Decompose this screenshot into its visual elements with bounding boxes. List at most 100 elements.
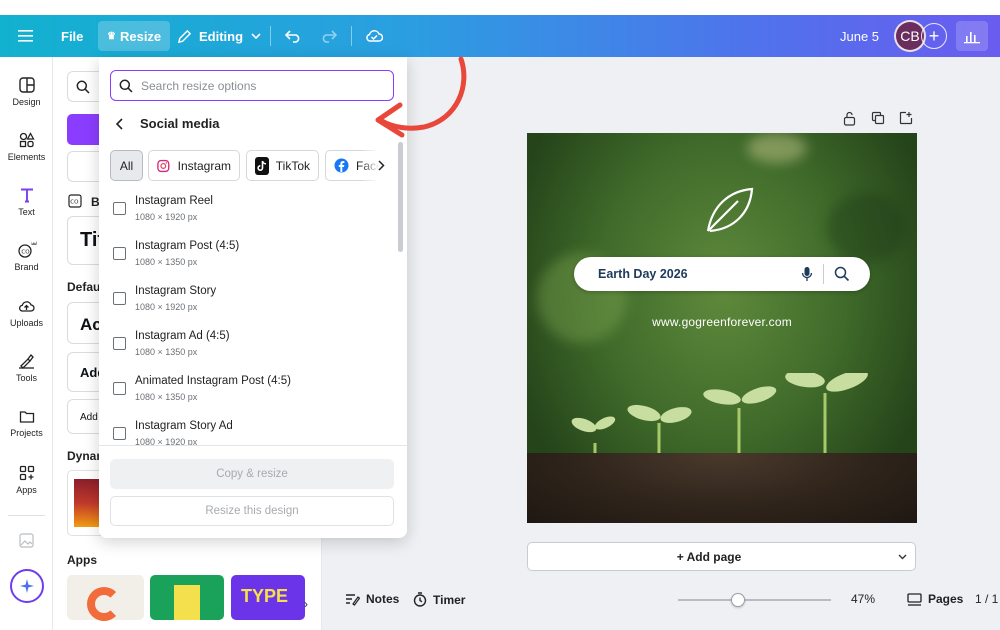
option-checkbox[interactable] bbox=[113, 427, 126, 440]
chip-instagram[interactable]: Instagram bbox=[148, 150, 240, 181]
option-checkbox[interactable] bbox=[113, 337, 126, 350]
app-tile[interactable] bbox=[67, 575, 144, 621]
page-counter: 1 / 1 bbox=[975, 592, 999, 606]
resize-this-design-button[interactable]: Resize this design bbox=[110, 496, 394, 526]
design-title[interactable]: June 5 bbox=[840, 15, 879, 57]
notes-button[interactable]: Notes bbox=[345, 592, 399, 606]
svg-text:CO: CO bbox=[70, 200, 79, 206]
resize-dropdown: Social media All Instagram TikTok Face I… bbox=[99, 57, 407, 538]
copy-and-resize-button[interactable]: Copy & resize bbox=[110, 459, 394, 489]
lock-icon[interactable] bbox=[843, 111, 856, 131]
list-item[interactable]: Instagram Ad (4:5) 1080 × 1350 px bbox=[99, 322, 395, 367]
toolbar-divider bbox=[351, 26, 352, 46]
pages-icon bbox=[907, 592, 922, 606]
svg-text:CO: CO bbox=[21, 249, 30, 255]
duplicate-page-icon[interactable] bbox=[871, 111, 885, 130]
add-page-icon[interactable] bbox=[899, 111, 913, 130]
list-item[interactable]: Instagram Reel 1080 × 1920 px bbox=[99, 187, 395, 232]
sparkle-icon bbox=[20, 579, 34, 593]
back-chevron-icon[interactable] bbox=[115, 117, 124, 130]
app-tile[interactable] bbox=[150, 575, 224, 620]
option-checkbox[interactable] bbox=[113, 292, 126, 305]
chip-tiktok[interactable]: TikTok bbox=[246, 150, 319, 181]
search-bar-text: Earth Day 2026 bbox=[598, 267, 688, 281]
search-bar-graphic: Earth Day 2026 bbox=[574, 257, 870, 291]
option-name: Instagram Story bbox=[135, 285, 217, 297]
rail-item-design[interactable]: Design bbox=[0, 77, 53, 107]
list-item[interactable]: Instagram Story Ad 1080 × 1920 px bbox=[99, 412, 395, 445]
add-page-options-button[interactable] bbox=[890, 542, 916, 571]
list-item[interactable]: Animated Instagram Post (4:5) 1080 × 135… bbox=[99, 367, 395, 412]
rail-item-uploads[interactable]: Uploads bbox=[0, 299, 53, 328]
rail-item-tools[interactable]: Tools bbox=[0, 353, 53, 383]
brand-icon: CO bbox=[17, 241, 37, 258]
apps-icon bbox=[19, 465, 34, 481]
search-icon bbox=[119, 79, 133, 93]
pages-label: Pages bbox=[928, 592, 964, 606]
add-page-button[interactable]: + Add page bbox=[527, 542, 891, 571]
design-page[interactable]: Earth Day 2026 www.gogreenforever.com bbox=[527, 133, 917, 523]
chevron-down-icon bbox=[251, 33, 261, 40]
rail-label: Brand bbox=[14, 262, 39, 272]
option-checkbox[interactable] bbox=[113, 202, 126, 215]
pages-button[interactable]: Pages bbox=[907, 592, 963, 606]
rail-item-brand[interactable]: CO Brand bbox=[0, 240, 53, 272]
chips-scroll-right[interactable] bbox=[361, 150, 391, 181]
undo-icon[interactable] bbox=[285, 15, 302, 57]
resize-button-label: Resize bbox=[119, 28, 162, 44]
list-scrollbar[interactable] bbox=[398, 142, 403, 252]
zoom-level[interactable]: 47% bbox=[851, 592, 875, 606]
chevron-right-icon bbox=[378, 160, 385, 171]
option-size: 1080 × 1920 px bbox=[135, 212, 198, 222]
menu-icon[interactable] bbox=[18, 15, 34, 57]
elements-icon bbox=[19, 132, 35, 148]
app-tile[interactable]: TYPE bbox=[231, 575, 305, 620]
option-checkbox[interactable] bbox=[113, 247, 126, 260]
zoom-slider-handle[interactable] bbox=[731, 593, 745, 607]
section-title: Social media bbox=[140, 116, 220, 131]
insights-chart-icon[interactable] bbox=[956, 21, 988, 51]
projects-icon bbox=[19, 411, 34, 423]
rail-item-elements[interactable]: Elements bbox=[0, 132, 53, 162]
rail-item-projects[interactable]: Projects bbox=[0, 409, 53, 438]
rail-label: Projects bbox=[10, 428, 43, 438]
background-bokeh bbox=[747, 133, 807, 163]
chip-label: TikTok bbox=[275, 158, 310, 173]
instagram-icon bbox=[157, 159, 170, 172]
search-bar-divider bbox=[823, 264, 824, 284]
image-placeholder-icon[interactable] bbox=[19, 533, 34, 553]
rail-label: Apps bbox=[16, 485, 37, 495]
cloud-saved-icon[interactable] bbox=[365, 15, 383, 57]
default-styles-heading: Defau bbox=[67, 280, 101, 294]
website-url-text: www.gogreenforever.com bbox=[652, 315, 792, 329]
list-item[interactable]: Instagram Story 1080 × 1920 px bbox=[99, 277, 395, 322]
resize-button[interactable]: ♛ Resize bbox=[98, 21, 171, 51]
timer-button[interactable]: Timer bbox=[413, 592, 465, 607]
resize-search-input[interactable] bbox=[141, 78, 381, 93]
option-size: 1080 × 1350 px bbox=[135, 257, 198, 267]
uploads-icon bbox=[18, 301, 35, 312]
apps-heading: Apps bbox=[67, 553, 97, 567]
chevron-right-icon[interactable]: › bbox=[304, 597, 308, 611]
magic-sparkle-button[interactable] bbox=[10, 569, 44, 603]
rail-label: Uploads bbox=[9, 318, 44, 328]
list-item[interactable]: Instagram Post (4:5) 1080 × 1350 px bbox=[99, 232, 395, 277]
rail-label: Tools bbox=[15, 373, 37, 383]
background-bokeh bbox=[827, 193, 907, 263]
soil-ground bbox=[527, 453, 917, 523]
add-collaborator-icon[interactable]: + bbox=[921, 23, 947, 49]
file-menu-button[interactable]: File bbox=[61, 15, 83, 57]
editing-mode-button[interactable]: Editing bbox=[177, 15, 261, 57]
zoom-slider-track[interactable] bbox=[678, 599, 831, 601]
timer-label: Timer bbox=[433, 592, 466, 607]
option-size: 1080 × 1920 px bbox=[135, 437, 198, 445]
chip-all[interactable]: All bbox=[110, 150, 143, 181]
redo-icon[interactable] bbox=[320, 15, 337, 57]
facebook-icon bbox=[334, 158, 349, 173]
resize-search-box[interactable] bbox=[110, 70, 394, 101]
option-checkbox[interactable] bbox=[113, 382, 126, 395]
rail-item-text[interactable]: Text bbox=[0, 187, 53, 217]
timer-icon bbox=[413, 592, 427, 607]
leaf-logo-icon bbox=[706, 187, 754, 233]
rail-item-apps[interactable]: Apps bbox=[0, 465, 53, 495]
